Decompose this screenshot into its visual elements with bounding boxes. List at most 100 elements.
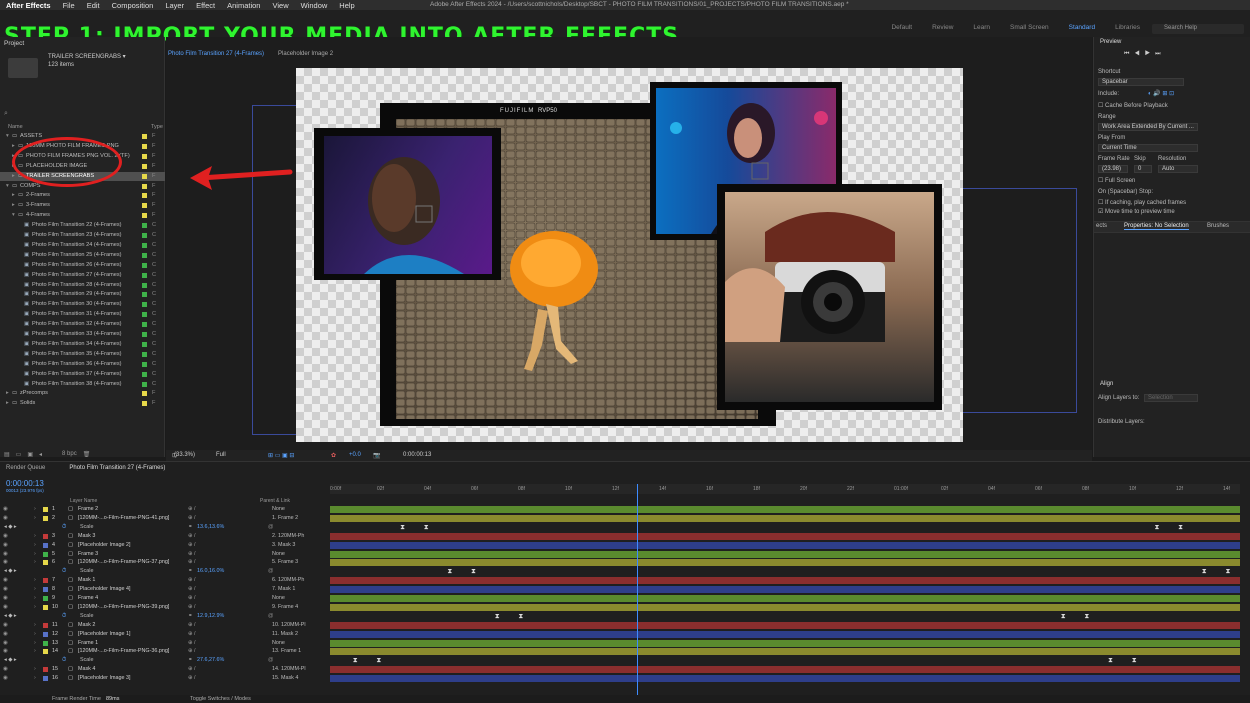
project-item[interactable]: ▣ Photo Film Transition 30 (4-Frames) C: [0, 300, 165, 310]
zoom-level[interactable]: (33.3%): [174, 452, 195, 458]
layer-switches[interactable]: ⊕ /: [188, 647, 196, 656]
layer-color-swatch[interactable]: [43, 515, 48, 521]
parent-select[interactable]: 10. 120MM-Pl: [272, 621, 306, 630]
layer-duration-bar[interactable]: [330, 639, 1240, 647]
film-frame-portrait[interactable]: [314, 128, 501, 280]
layer-row[interactable]: ◉ › 16 ▢ [Placeholder Image 3] ⊕ / 15. Mask 4: [0, 674, 328, 683]
label-color-swatch[interactable]: [142, 173, 147, 179]
label-color-swatch[interactable]: [142, 381, 147, 387]
layer-duration-bar[interactable]: [330, 603, 1240, 611]
layer-row[interactable]: ◉ › 7 ▢ Mask 1 ⊕ / 6. 120MM-Ph: [0, 576, 328, 585]
new-folder-icon[interactable]: ▭: [16, 451, 22, 458]
keyframe[interactable]: ⧗: [1108, 657, 1113, 664]
label-color-swatch[interactable]: [142, 213, 147, 219]
visibility-eye-icon[interactable]: ◉: [3, 558, 8, 567]
label-color-swatch[interactable]: [142, 252, 147, 258]
disclosure-triangle-icon[interactable]: ▸: [6, 399, 9, 409]
layer-duration-bar[interactable]: [330, 550, 1240, 558]
expand-triangle-icon[interactable]: ›: [34, 639, 36, 648]
layer-color-swatch[interactable]: [43, 649, 48, 655]
layer-name[interactable]: Mask 4: [78, 665, 95, 674]
visibility-eye-icon[interactable]: ◉: [3, 674, 8, 683]
visibility-eye-icon[interactable]: ◉: [3, 647, 8, 656]
parent-select[interactable]: 3. Mask 3: [272, 541, 295, 550]
menu-animation[interactable]: Animation: [221, 1, 266, 10]
layer-name[interactable]: [Placeholder Image 3]: [78, 674, 130, 683]
keyframe-nav-icon[interactable]: ◂ ◆ ▸: [4, 656, 17, 665]
exposure-value[interactable]: +0.0: [349, 452, 361, 458]
layer-duration-bar[interactable]: [330, 559, 1240, 567]
grid-icon[interactable]: ⊞ ▭ ▣ ⊟: [268, 452, 294, 459]
parent-select[interactable]: None: [272, 594, 285, 603]
disclosure-triangle-icon[interactable]: ▸: [12, 201, 15, 211]
snapshot-icon[interactable]: 📷: [373, 452, 380, 459]
property-value[interactable]: 12.9,12.9%: [197, 612, 224, 621]
trash-icon[interactable]: 🗑: [83, 451, 91, 458]
layer-row[interactable]: ◉ › 10 ▢ [120MM-...o-Film-Frame-PNG-39.png] ⊕…: [0, 603, 328, 612]
keyframe[interactable]: ⧗: [495, 613, 500, 620]
expand-triangle-icon[interactable]: ›: [34, 532, 36, 541]
project-item[interactable]: ▸ ▭ Solids F: [0, 399, 165, 409]
label-color-swatch[interactable]: [142, 183, 147, 189]
layer-row[interactable]: ◉ › 13 ▢ Frame 1 ⊕ / None: [0, 639, 328, 648]
layer-color-swatch[interactable]: [43, 596, 48, 601]
search-help-input[interactable]: Search Help: [1152, 24, 1244, 34]
parent-select[interactable]: 11. Mask 2: [272, 630, 298, 639]
comp-breadcrumb-active[interactable]: Photo Film Transition 27 (4-Frames): [168, 51, 264, 57]
project-item[interactable]: ▣ Photo Film Transition 25 (4-Frames) C: [0, 251, 165, 261]
keyframe[interactable]: ⧗: [1154, 524, 1159, 531]
label-color-swatch[interactable]: [142, 203, 147, 209]
project-item[interactable]: ▸ ▭ zPrecomps F: [0, 389, 165, 399]
project-tab[interactable]: Project: [4, 40, 24, 47]
skip-select[interactable]: 0: [1134, 165, 1152, 173]
keyframe[interactable]: ⧗: [1132, 657, 1137, 664]
label-color-swatch[interactable]: [142, 401, 147, 407]
label-color-swatch[interactable]: [142, 351, 147, 357]
layer-duration-bar[interactable]: [330, 514, 1240, 522]
workspace-libraries[interactable]: Libraries: [1115, 24, 1140, 31]
keyframe[interactable]: ⧗: [1084, 613, 1089, 620]
visibility-eye-icon[interactable]: ◉: [3, 550, 8, 559]
channel-icon[interactable]: ✿: [331, 452, 336, 459]
disclosure-triangle-icon[interactable]: ▸: [12, 191, 15, 201]
keyframe[interactable]: ⧗: [424, 524, 429, 531]
column-name[interactable]: Name: [8, 124, 23, 130]
constrain-proportions-icon[interactable]: ⚭: [188, 656, 193, 665]
expand-triangle-icon[interactable]: ›: [34, 603, 36, 612]
expand-triangle-icon[interactable]: ›: [34, 514, 36, 523]
menu-file[interactable]: File: [57, 1, 81, 10]
expression-pickwhip-icon[interactable]: @: [268, 567, 273, 576]
keyframe[interactable]: ⧗: [376, 657, 381, 664]
property-row[interactable]: ◂ ◆ ▸ ⏱ Scale ⚭ 27.6,27.6% @: [0, 656, 328, 665]
layer-color-swatch[interactable]: [43, 667, 48, 673]
menu-effect[interactable]: Effect: [190, 1, 221, 10]
layer-color-swatch[interactable]: [43, 560, 48, 566]
label-color-swatch[interactable]: [142, 193, 147, 199]
menu-edit[interactable]: Edit: [81, 1, 106, 10]
layer-duration-bar[interactable]: [330, 541, 1240, 549]
resolution-select-preview[interactable]: Auto: [1158, 165, 1198, 173]
layer-switches[interactable]: ⊕ /: [188, 576, 196, 585]
stopwatch-icon[interactable]: ⏱: [62, 612, 66, 621]
label-color-swatch[interactable]: [142, 332, 147, 337]
parent-select[interactable]: None: [272, 639, 285, 648]
visibility-eye-icon[interactable]: ◉: [3, 594, 8, 603]
parent-select[interactable]: None: [272, 550, 285, 559]
layer-name-header[interactable]: Layer Name: [70, 498, 97, 504]
label-color-swatch[interactable]: [142, 391, 147, 397]
keyframe-nav-icon[interactable]: ◂ ◆ ▸: [4, 612, 17, 621]
render-queue-tab[interactable]: Render Queue: [6, 465, 45, 471]
move-time-checkbox[interactable]: ☑ Move time to preview time: [1098, 208, 1175, 215]
layer-name[interactable]: Frame 1: [78, 639, 98, 648]
layer-name[interactable]: Frame 4: [78, 594, 98, 603]
project-item[interactable]: ▣ Photo Film Transition 31 (4-Frames) C: [0, 310, 165, 320]
parent-select[interactable]: 7. Mask 1: [272, 585, 295, 594]
parent-select[interactable]: 5. Frame 3: [272, 558, 298, 567]
layer-name[interactable]: [Placeholder Image 4]: [78, 585, 130, 594]
menu-help[interactable]: Help: [333, 1, 360, 10]
time-ruler[interactable]: 0:00f 02f 04f 06f 08f 10f 12f 14f 16f 18f 20f 22f 01…: [330, 484, 1240, 494]
visibility-eye-icon[interactable]: ◉: [3, 630, 8, 639]
layer-name[interactable]: [120MM-...o-Film-Frame-PNG-39.png]: [78, 603, 169, 612]
visibility-eye-icon[interactable]: ◉: [3, 621, 8, 630]
comp-timeline-tab[interactable]: Photo Film Transition 27 (4-Frames): [69, 465, 165, 471]
